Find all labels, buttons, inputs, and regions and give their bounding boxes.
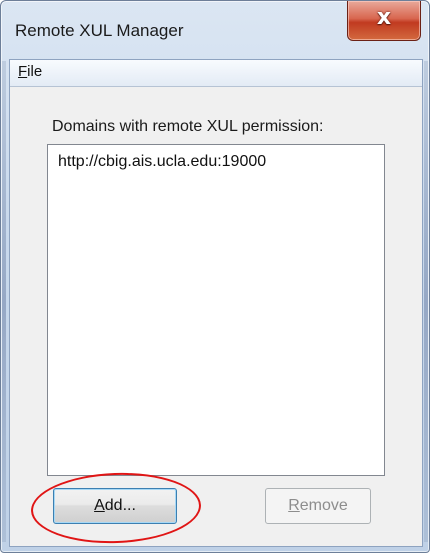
remove-button[interactable]: Remove — [265, 488, 371, 524]
list-item[interactable]: http://cbig.ais.ucla.edu:19000 — [58, 153, 266, 171]
remove-button-label: emove — [299, 497, 348, 514]
domains-list-label: Domains with remote XUL permission: — [52, 118, 324, 135]
menu-file-label: ile — [27, 63, 43, 80]
dialog-body: File Domains with remote XUL permission:… — [9, 59, 423, 547]
menu-file-mnemonic: F — [18, 63, 28, 80]
menubar: File — [10, 60, 422, 87]
close-button[interactable]: x — [347, 1, 421, 41]
remove-button-mnemonic: R — [288, 497, 300, 514]
menu-file[interactable]: File — [15, 63, 45, 80]
window-title: Remote XUL Manager — [15, 21, 184, 40]
domains-listbox[interactable]: http://cbig.ais.ucla.edu:19000 — [47, 144, 385, 476]
close-icon: x — [376, 5, 392, 30]
window-frame: Remote XUL Manager x File Domains with r… — [0, 0, 430, 553]
